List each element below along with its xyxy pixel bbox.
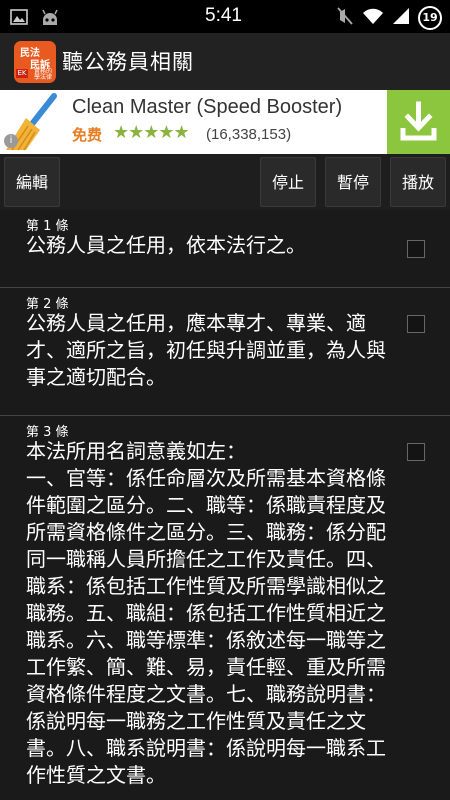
ad-price: 免费 — [72, 126, 103, 144]
list-item[interactable]: 第 2 條 公務人員之任用，應本專才、專業、適才、適所之旨，初任與升調並重，為人… — [0, 288, 450, 416]
ad-rating-count: (16,338,153) — [206, 126, 292, 143]
app-icon-text-3: EK — [16, 69, 28, 78]
wifi-icon — [362, 7, 384, 29]
article-text: 公務人員之任用，應本專才、專業、適才、適所之旨，初任與升調並重，為人與事之適切配… — [26, 311, 386, 389]
android-icon — [40, 8, 60, 30]
article-number: 第 3 條 — [26, 425, 69, 440]
signal-icon — [392, 7, 410, 29]
list-item[interactable]: 第 1 條 公務人員之任用，依本法行之。 — [0, 210, 450, 288]
app-icon[interactable]: 民法 民訴 EK 實務的學法律 — [14, 41, 56, 83]
article-list[interactable]: 第 1 條 公務人員之任用，依本法行之。 第 2 條 公務人員之任用，應本專才、… — [0, 210, 450, 800]
app-icon-text-4: 實務的學法律 — [34, 68, 53, 81]
play-button[interactable]: 播放 — [390, 157, 446, 207]
article-number: 第 1 條 — [26, 219, 69, 234]
list-item[interactable]: 第 3 條 本法所用名詞意義如左： 一、官等：係任命層次及所需基本資格條件範圍之… — [0, 416, 450, 800]
article-number: 第 2 條 — [26, 297, 69, 312]
action-bar: 民法 民訴 EK 實務的學法律 聽公務員相關 — [0, 33, 450, 91]
article-checkbox[interactable] — [407, 240, 425, 258]
app-title: 聽公務員相關 — [62, 50, 194, 74]
edit-button[interactable]: 編輯 — [4, 157, 60, 207]
pause-button[interactable]: 暫停 — [325, 157, 381, 207]
article-checkbox[interactable] — [407, 443, 425, 461]
ad-banner[interactable]: i Clean Master (Speed Booster) 免费 ★★★★★ … — [0, 90, 450, 154]
article-checkbox[interactable] — [407, 315, 425, 333]
status-bar: 5:41 19 — [0, 0, 450, 33]
battery-icon: 19 — [418, 6, 442, 30]
mute-icon — [336, 6, 354, 30]
toolbar: 編輯 停止 暫停 播放 — [0, 154, 450, 210]
picture-icon — [10, 8, 28, 30]
article-text: 公務人員之任用，依本法行之。 — [26, 233, 306, 257]
stop-button[interactable]: 停止 — [260, 157, 316, 207]
ad-title: Clean Master (Speed Booster) — [72, 96, 343, 118]
info-icon[interactable]: i — [4, 134, 18, 148]
rating-stars-icon: ★★★★★ — [113, 122, 190, 143]
download-button[interactable] — [387, 90, 450, 154]
status-time: 5:41 — [205, 5, 242, 26]
article-text: 本法所用名詞意義如左： 一、官等：係任命層次及所需基本資格條件範圍之區分。二、職… — [26, 439, 386, 787]
